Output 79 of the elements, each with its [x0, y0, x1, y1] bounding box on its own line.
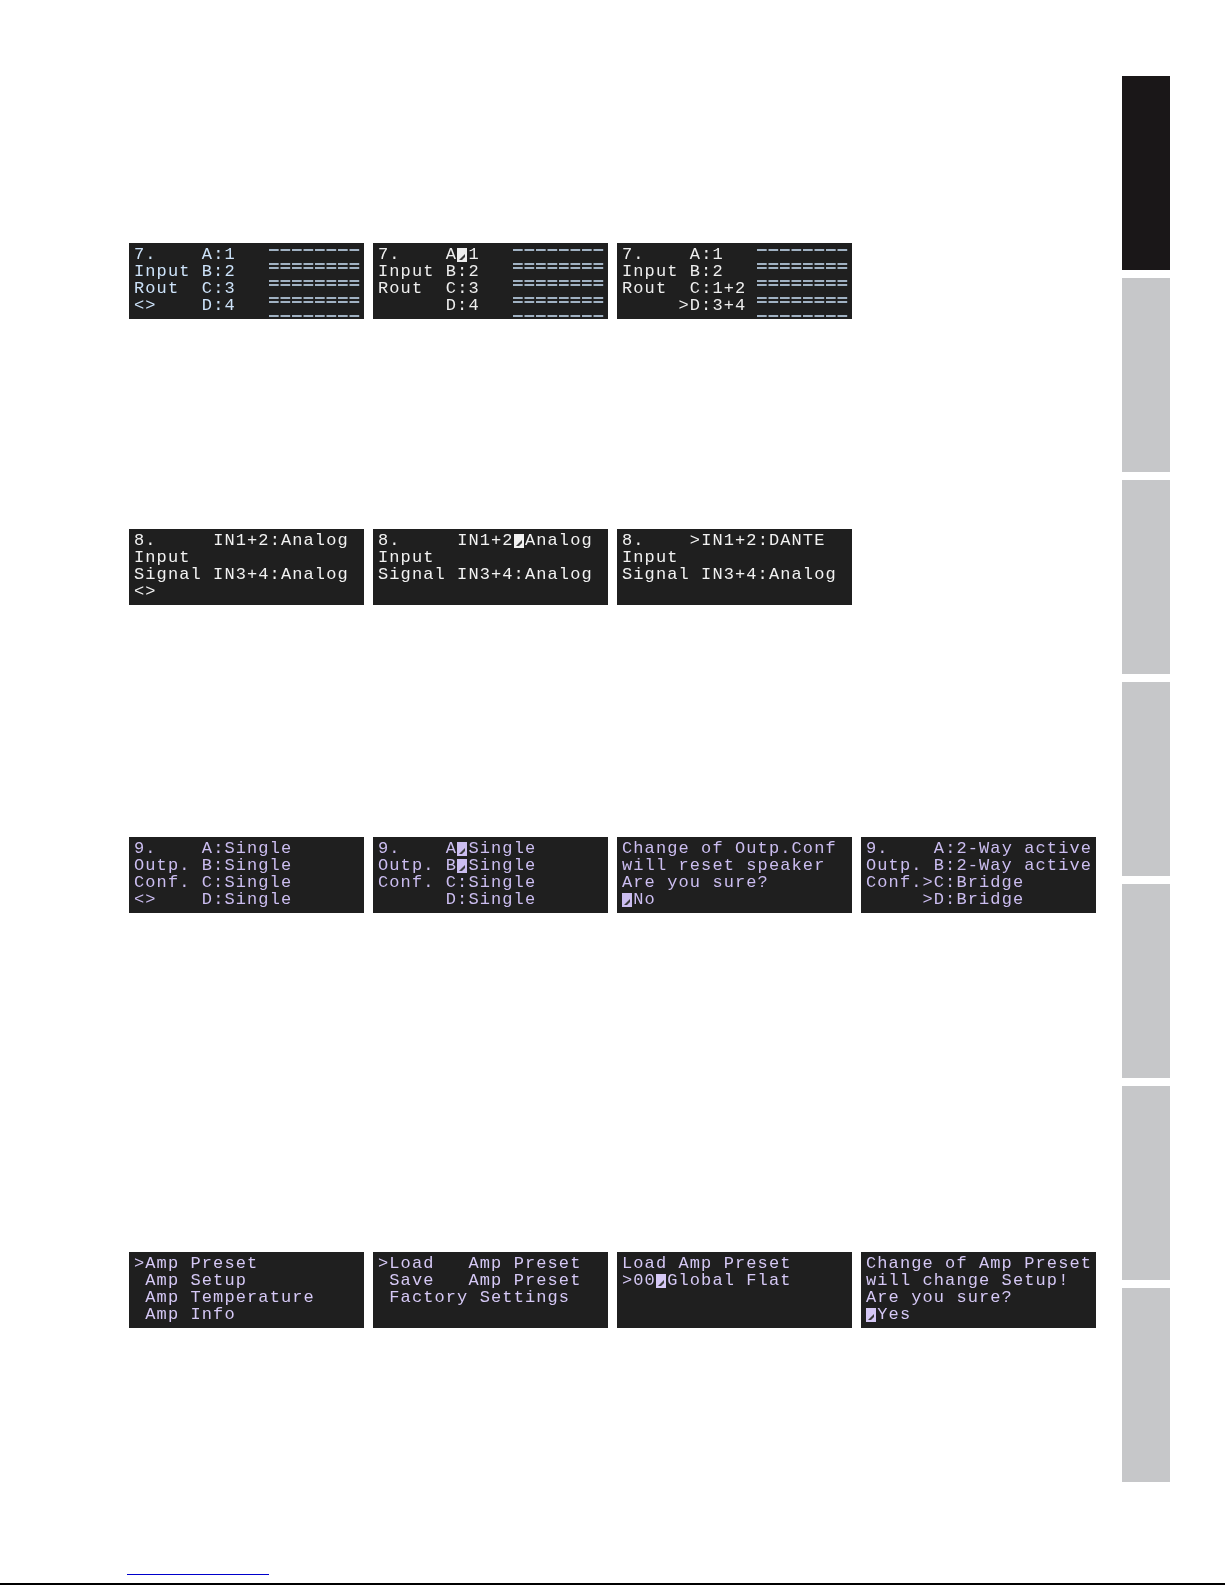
- lcd-text: 1: [468, 246, 480, 263]
- lcd-text: Amp Preset: [468, 1255, 582, 1272]
- lcd-text: Change of Amp Preset: [866, 1255, 1093, 1272]
- lcd-text: Conf. C:Single: [134, 874, 293, 891]
- lcd-text: Change of Outp.Conf: [622, 840, 837, 857]
- lcd-text: IN1+2:Analog: [213, 532, 349, 549]
- lcd-text: 9.: [134, 840, 157, 857]
- lcd-text: Yes: [877, 1306, 912, 1323]
- lcd-text: >00: [622, 1272, 656, 1289]
- lcd-text: >Amp Preset: [134, 1255, 259, 1272]
- lcd-text: Amp Preset: [468, 1272, 582, 1289]
- lcd-text: Outp. B:2-Way active: [866, 857, 1093, 874]
- cursor-block-icon: [866, 1307, 876, 1322]
- lcd-text: <>: [134, 297, 157, 314]
- lcd-text: <>: [134, 583, 157, 600]
- cursor-block-icon: [622, 892, 632, 907]
- lcd-text: Signal IN3+4:Analog: [378, 566, 593, 583]
- lcd-text: Conf.>C:Bridge: [866, 874, 1025, 891]
- lcd-text: Are you sure?: [866, 1289, 1013, 1306]
- lcd-text: Input B:2: [622, 263, 724, 280]
- lcd-text: Analog: [524, 532, 593, 549]
- lcd-text: D:Single: [445, 891, 537, 908]
- cursor-block-icon: [655, 1273, 666, 1288]
- lcd-text: A:Single: [201, 840, 293, 857]
- lcd-text: 7.: [622, 246, 645, 263]
- lcd-text: Input: [378, 549, 435, 566]
- lcd-text: 9.: [378, 840, 401, 857]
- lcd-text: >D:3+4: [678, 297, 747, 314]
- lcd-text: Save: [389, 1272, 435, 1289]
- lcd-text: No: [633, 891, 656, 908]
- lcd-text: A:1: [201, 246, 236, 263]
- lcd-text: D:4: [445, 297, 480, 314]
- lcd-text: 7.: [134, 246, 157, 263]
- lcd-text: Outp. B:Single: [134, 857, 293, 874]
- lcd-text: D:Single: [201, 891, 293, 908]
- lcd-text: 9.: [866, 840, 889, 857]
- lcd-text: C:3: [201, 280, 236, 297]
- lcd-text: Input B:2: [378, 263, 480, 280]
- lcd-text: Global Flat: [667, 1272, 792, 1289]
- lcd-text: Signal IN3+4:Analog: [622, 566, 837, 583]
- lcd-text: >D:Bridge: [922, 891, 1025, 908]
- lcd-text: D:4: [201, 297, 236, 314]
- lcd-text: Single: [468, 857, 537, 874]
- lcd-text: Input B:2: [134, 263, 236, 280]
- lcd-text: Amp Info: [145, 1306, 236, 1323]
- lcd-text: Load Amp Preset: [622, 1255, 792, 1272]
- lcd-text: Amp Setup: [145, 1272, 248, 1289]
- lcd-text: Are you sure?: [622, 874, 769, 891]
- lcd-text: C:1+2: [689, 280, 747, 297]
- lcd-text: Rout: [134, 280, 180, 297]
- lcd-text: Outp. B: [378, 857, 458, 874]
- lcd-text: Conf. C:Single: [378, 874, 537, 891]
- lcd-text: C:3: [445, 280, 480, 297]
- lcd-text: A:1: [689, 246, 724, 263]
- lcd-text: >Load: [378, 1255, 435, 1272]
- lcd-text: <>: [134, 891, 157, 908]
- cursor-block-icon: [457, 247, 468, 262]
- lcd-text: Input: [134, 549, 191, 566]
- lcd-text: A: [445, 840, 458, 857]
- cursor-block-icon: [457, 858, 468, 873]
- lcd-text: Rout: [378, 280, 424, 297]
- cursor-block-icon: [457, 841, 468, 856]
- lcd-text: >IN1+2:DANTE: [689, 532, 826, 549]
- lcd-text: Input: [622, 549, 679, 566]
- lcd-text: will change Setup!: [866, 1272, 1070, 1289]
- cursor-block-icon: [513, 533, 524, 548]
- lcd-text: 8.: [378, 532, 401, 549]
- lcd-text: Single: [468, 840, 537, 857]
- lcd-text: IN1+2: [457, 532, 514, 549]
- lcd-text: Amp Temperature: [145, 1289, 315, 1306]
- lcd-text: Factory Settings: [389, 1289, 571, 1306]
- lcd-text: will reset speaker: [622, 857, 826, 874]
- lcd-text: A:2-Way active: [933, 840, 1093, 857]
- lcd-text: 8.: [622, 532, 645, 549]
- lcd-text: 7.: [378, 246, 401, 263]
- lcd-text: Rout: [622, 280, 668, 297]
- lcd-text: A: [445, 246, 458, 263]
- lcd-text: Signal IN3+4:Analog: [134, 566, 349, 583]
- lcd-text: 8.: [134, 532, 157, 549]
